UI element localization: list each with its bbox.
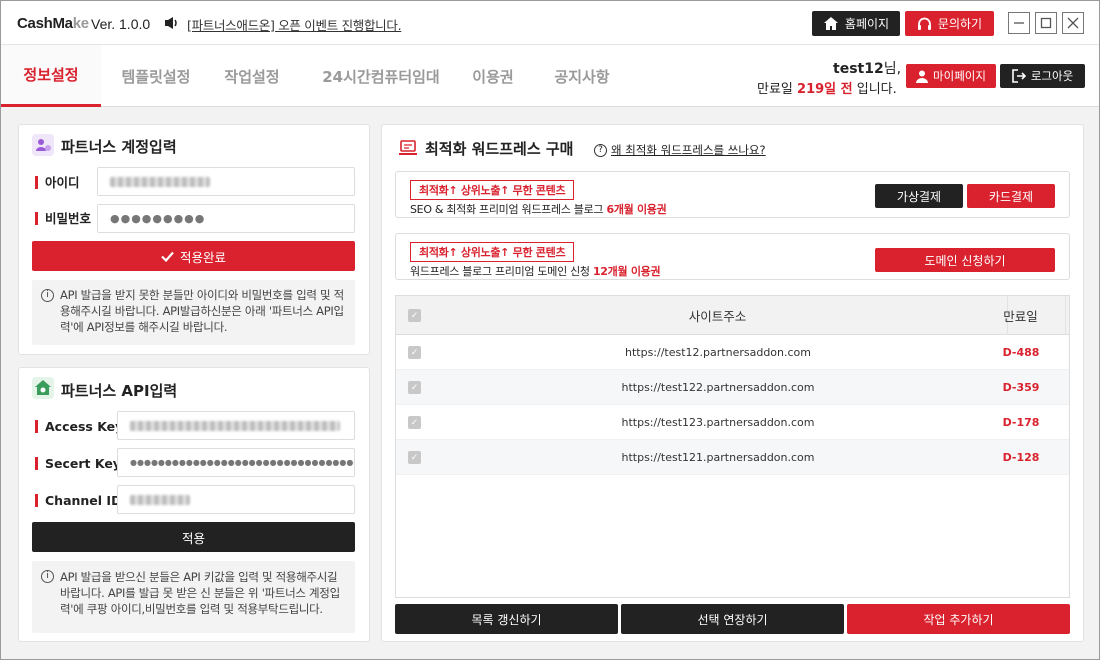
access-key-label: Access Key <box>35 420 123 433</box>
headset-icon <box>917 17 931 30</box>
expire-dday: D-488 <box>1002 346 1040 359</box>
account-apply-button[interactable]: 적용완료 <box>32 241 355 271</box>
mypage-label: 마이페이지 <box>933 69 986 83</box>
wordpress-promo-card: 최적화↑ 상위노출↑ 무한 콘텐츠 SEO & 최적화 프리미엄 워드프레스 블… <box>395 171 1070 218</box>
row-checkbox[interactable]: ✓ <box>408 451 421 464</box>
mypage-button[interactable]: 마이페이지 <box>906 64 996 88</box>
password-mask: ●●●●●●●●● <box>110 212 206 225</box>
info-icon: i <box>41 570 54 583</box>
secret-key-input[interactable]: ●●●●●●●●●●●●●●●●●●●●●●●●●●●●●●●●●●●● <box>117 448 355 477</box>
site-table: ✓ 사이트주소 만료일 ✓ https://test12.partnersadd… <box>395 295 1070 598</box>
promo-description: SEO & 최적화 프리미엄 워드프레스 블로그 6개월 이용권 <box>410 203 667 216</box>
account-info-text: API 발급을 받지 못한 분들만 아이디와 비밀번호를 입력 및 적용해주시길… <box>60 288 344 334</box>
monitor-icon <box>399 140 417 155</box>
check-icon <box>161 251 174 262</box>
add-job-button[interactable]: 작업 추가하기 <box>847 604 1070 634</box>
home-icon <box>823 17 838 30</box>
logout-icon <box>1012 69 1026 83</box>
table-row[interactable]: ✓ https://test121.partnersaddon.com D-12… <box>396 440 1069 475</box>
id-input[interactable] <box>97 167 355 196</box>
expire-dday: D-178 <box>1002 416 1040 429</box>
title-bar: CashMake Ver. 1.0.0 [파트너스애드온] 오픈 이벤트 진행합… <box>1 1 1099 45</box>
app-window: CashMake Ver. 1.0.0 [파트너스애드온] 오픈 이벤트 진행합… <box>0 0 1100 660</box>
row-checkbox[interactable]: ✓ <box>408 346 421 359</box>
inquiry-button[interactable]: 문의하기 <box>905 11 994 36</box>
tab-template-settings[interactable]: 템플릿설정 <box>101 45 211 107</box>
site-column-header: 사이트주소 <box>428 296 1008 335</box>
extend-selected-button[interactable]: 선택 연장하기 <box>621 604 844 634</box>
minimize-button[interactable] <box>1008 12 1030 34</box>
why-wordpress-label: 왜 최적화 워드프레스를 쓰나요? <box>611 143 766 157</box>
site-url: https://test121.partnersaddon.com <box>621 451 815 464</box>
promo-badge: 최적화↑ 상위노출↑ 무한 콘텐츠 <box>410 242 575 262</box>
question-icon: ? <box>594 143 607 157</box>
tab-job-settings[interactable]: 작업설정 <box>211 45 293 107</box>
password-input[interactable]: ●●●●●●●●● <box>97 204 355 233</box>
speaker-icon <box>165 17 177 29</box>
site-url: https://test122.partnersaddon.com <box>621 381 815 394</box>
api-info-box: i API 발급을 받으신 분들은 API 키값을 입력 및 적용해주시길 바랍… <box>32 561 355 633</box>
info-icon: i <box>41 289 54 302</box>
masked-access-key-value <box>130 420 340 431</box>
domain-request-button[interactable]: 도메인 신청하기 <box>875 248 1055 272</box>
minimize-icon <box>1014 22 1024 24</box>
logout-label: 로그아웃 <box>1030 69 1074 83</box>
api-title: 파트너스 API입력 <box>61 382 178 400</box>
app-version: Ver. 1.0.0 <box>91 16 151 32</box>
domain-promo-card: 최적화↑ 상위노출↑ 무한 콘텐츠 워드프레스 블로그 프리미엄 도메인 신청 … <box>395 233 1070 280</box>
refresh-list-button[interactable]: 목록 갱신하기 <box>395 604 618 634</box>
card-payment-button[interactable]: 카드결제 <box>967 184 1055 208</box>
tab-subscription[interactable]: 이용권 <box>458 45 528 107</box>
virtual-payment-button[interactable]: 가상결제 <box>875 184 963 208</box>
tab-24h-rental[interactable]: 24시간컴퓨터임대 <box>306 45 456 107</box>
user-greeting: test12님, <box>833 61 902 77</box>
promo-description: 워드프레스 블로그 프리미엄 도메인 신청 12개월 이용권 <box>410 265 661 278</box>
table-header: ✓ 사이트주소 만료일 <box>396 296 1069 335</box>
id-label: 아이디 <box>35 176 80 189</box>
expire-info: 만료일 219일 전 입니다. <box>757 82 897 97</box>
select-all-checkbox[interactable]: ✓ <box>408 309 421 322</box>
table-row[interactable]: ✓ https://test122.partnersaddon.com D-35… <box>396 370 1069 405</box>
homepage-label: 홈페이지 <box>844 17 890 31</box>
channel-id-label: Channel ID <box>35 494 121 507</box>
tab-info-settings[interactable]: 정보설정 <box>1 45 101 107</box>
promo-badge: 최적화↑ 상위노출↑ 무한 콘텐츠 <box>410 180 575 200</box>
inquiry-label: 문의하기 <box>937 17 983 31</box>
wordpress-title: 최적화 워드프레스 구매 <box>425 140 574 158</box>
app-logo: CashMake <box>17 15 89 32</box>
secret-key-mask: ●●●●●●●●●●●●●●●●●●●●●●●●●●●●●●●●●●●● <box>130 458 354 467</box>
homepage-button[interactable]: 홈페이지 <box>812 11 900 36</box>
user-icon <box>916 70 929 83</box>
secret-key-label: Secert Key <box>35 457 121 470</box>
notice-link[interactable]: [파트너스애드온] 오픈 이벤트 진행합니다. <box>187 15 402 34</box>
maximize-button[interactable] <box>1035 12 1057 34</box>
api-apply-button[interactable]: 적용 <box>32 522 355 552</box>
masked-id-value <box>110 176 210 187</box>
table-row[interactable]: ✓ https://test12.partnersaddon.com D-488 <box>396 335 1069 370</box>
partners-account-icon <box>32 134 54 156</box>
close-button[interactable] <box>1062 12 1084 34</box>
password-label: 비밀번호 <box>35 212 91 225</box>
table-row[interactable]: ✓ https://test123.partnersaddon.com D-17… <box>396 405 1069 440</box>
row-checkbox[interactable]: ✓ <box>408 381 421 394</box>
row-checkbox[interactable]: ✓ <box>408 416 421 429</box>
account-apply-label: 적용완료 <box>179 249 226 265</box>
channel-id-input[interactable] <box>117 485 355 514</box>
expire-dday: D-359 <box>1002 381 1040 394</box>
logout-button[interactable]: 로그아웃 <box>1000 64 1085 88</box>
access-key-input[interactable] <box>117 411 355 440</box>
expire-column-header: 만료일 <box>976 296 1066 335</box>
site-url: https://test123.partnersaddon.com <box>621 416 815 429</box>
partners-api-icon <box>32 377 54 399</box>
expire-dday: D-128 <box>1002 451 1040 464</box>
maximize-icon <box>1040 17 1052 29</box>
account-info-box: i API 발급을 받지 못한 분들만 아이디와 비밀번호를 입력 및 적용해주… <box>32 280 355 345</box>
close-icon <box>1067 17 1079 29</box>
account-title: 파트너스 계정입력 <box>61 138 177 156</box>
api-info-text: API 발급을 받으신 분들은 API 키값을 입력 및 적용해주시길 바랍니다… <box>60 570 340 616</box>
masked-channel-id-value <box>130 494 190 505</box>
tab-notices[interactable]: 공지사항 <box>541 45 623 107</box>
site-url: https://test12.partnersaddon.com <box>625 346 811 359</box>
why-wordpress-link[interactable]: ? 왜 최적화 워드프레스를 쓰나요? <box>594 142 766 158</box>
